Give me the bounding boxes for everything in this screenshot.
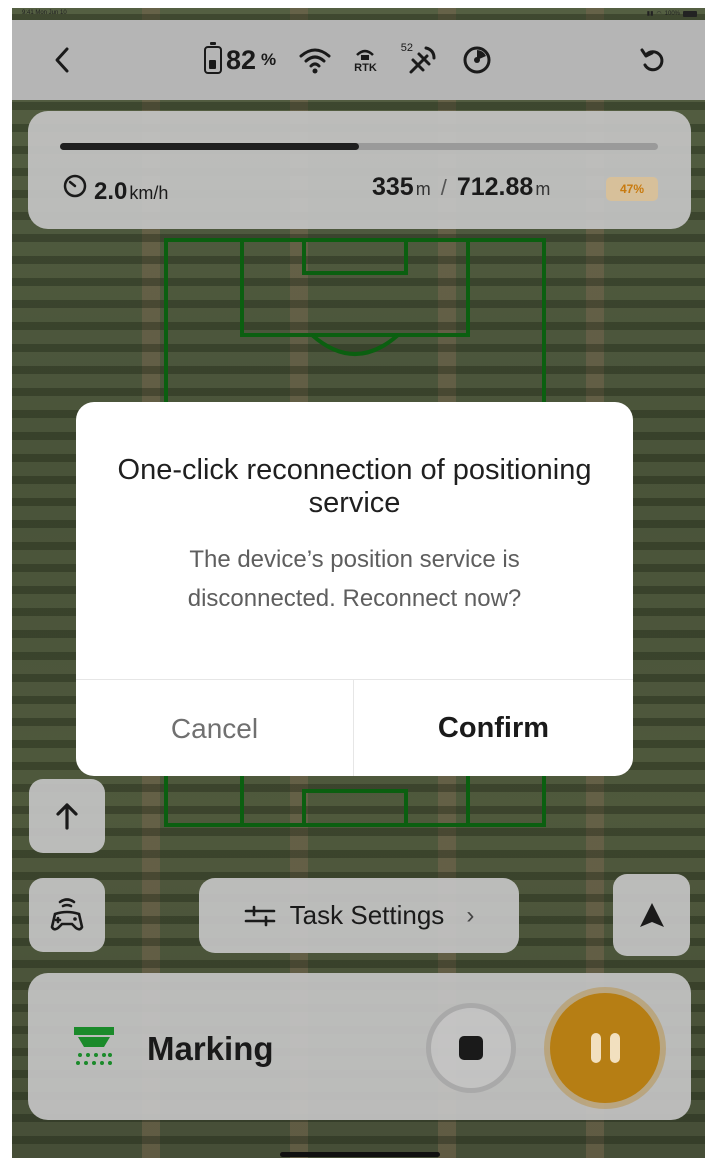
distance-total: 712.88 [456, 173, 534, 201]
satellite-status: 52 [399, 42, 439, 78]
dialog-message: The device’s position service is disconn… [187, 546, 522, 612]
distance-readout: 335 m / 712.88 m [372, 173, 550, 202]
locate-button[interactable] [613, 874, 690, 956]
rtk-status: RTK [354, 47, 377, 74]
wifi-icon [299, 48, 331, 74]
rtk-label: RTK [354, 61, 377, 74]
battery-status-icon [683, 10, 697, 17]
speed-readout: 2.0 km/h [62, 173, 168, 206]
dialog-actions: Cancel Confirm [76, 679, 633, 776]
battery-icon [204, 42, 222, 74]
speed-unit: km/h [129, 183, 169, 203]
wifi-status-icon: ◠ [656, 11, 662, 17]
task-settings-button[interactable]: Task Settings › [199, 878, 519, 953]
status-battery-text: 100% [664, 10, 680, 17]
satellite-icon [409, 46, 436, 74]
progress-percent-badge: 47% [606, 177, 658, 201]
mode-label: Marking [147, 1030, 274, 1067]
remote-control-button[interactable] [29, 878, 105, 952]
gamepad-icon [50, 898, 84, 931]
progress-bar [60, 143, 658, 150]
navigation-arrow-icon [639, 903, 664, 927]
progress-bar-fill [60, 143, 359, 150]
undo-icon [640, 48, 664, 72]
device-battery: 82% [204, 42, 277, 76]
chevron-right-icon: › [466, 901, 475, 929]
battery-unit: % [261, 50, 277, 69]
sliders-icon [244, 905, 275, 926]
cell-signal-icon: ▮▮ [646, 11, 654, 17]
stop-button[interactable] [426, 1003, 516, 1093]
stop-icon [459, 1036, 483, 1060]
distance-done-unit: m [415, 179, 431, 199]
pause-icon [590, 1033, 620, 1063]
radar-signal-icon [463, 46, 491, 74]
undo-button[interactable] [632, 40, 672, 80]
arrow-up-icon [56, 803, 78, 830]
home-indicator [280, 1152, 440, 1157]
dialog-title: One-click reconnection of positioning se… [117, 454, 592, 519]
distance-done: 335 [372, 173, 414, 201]
back-button[interactable] [42, 40, 82, 80]
app-screen: 9:41 Mon Jun 10 ▮▮ ◠ 100% 82% RTK 52 2.0… [12, 8, 705, 1158]
cancel-button[interactable]: Cancel [76, 680, 354, 776]
battery-value: 82 [226, 44, 257, 75]
status-time: 9:41 Mon Jun 10 [22, 10, 67, 16]
device-status-group: 82% RTK 52 [204, 38, 493, 82]
distance-total-unit: m [535, 179, 551, 199]
speedometer-icon [63, 174, 87, 198]
system-status-bar: 9:41 Mon Jun 10 ▮▮ ◠ 100% [12, 8, 705, 20]
upload-button[interactable] [29, 779, 105, 853]
reconnect-dialog: One-click reconnection of positioning se… [76, 402, 633, 776]
rtk-antenna-icon [356, 49, 375, 60]
distance-separator: / [440, 175, 447, 200]
operation-panel: Marking [28, 973, 691, 1120]
top-toolbar: 82% RTK 52 [12, 20, 705, 100]
pause-button[interactable] [550, 993, 660, 1103]
marking-spray-icon [74, 1027, 114, 1065]
task-settings-label: Task Settings [289, 900, 445, 930]
chevron-left-icon [55, 47, 69, 73]
task-progress-panel: 2.0 km/h 335 m / 712.88 m 47% [28, 111, 691, 229]
confirm-button[interactable]: Confirm [354, 680, 633, 776]
speed-value: 2.0 [94, 178, 128, 205]
